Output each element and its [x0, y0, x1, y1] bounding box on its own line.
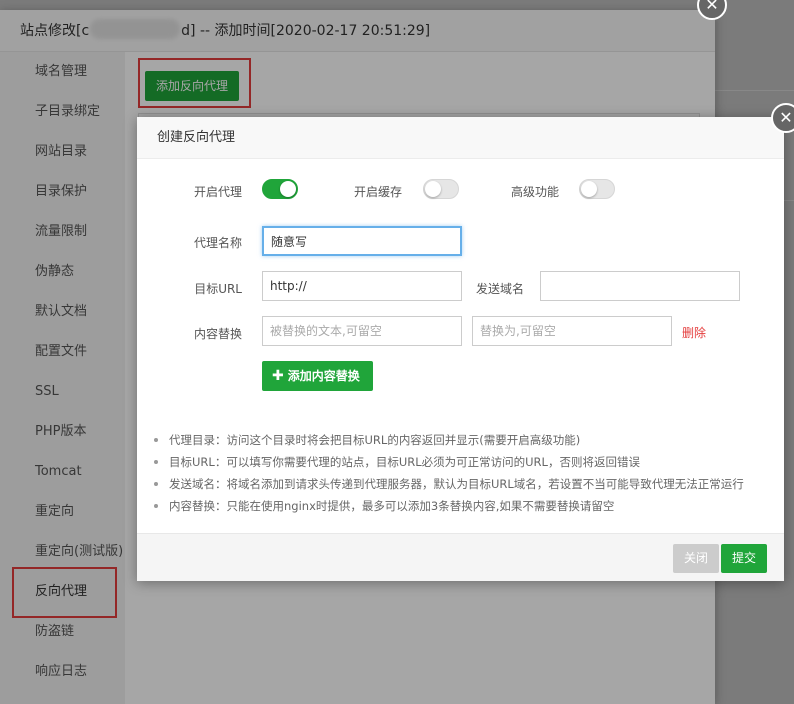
- send-domain-input[interactable]: [540, 271, 740, 301]
- replace-to-input[interactable]: [472, 316, 672, 346]
- enable-proxy-toggle[interactable]: [262, 179, 298, 199]
- create-proxy-dialog: 创建反向代理 ✕ 开启代理 开启缓存 高级功能 代理名称 目标URL 发送域名 …: [137, 103, 794, 581]
- help-tip-item: 内容替换：只能在使用nginx时提供，最多可以添加3条替换内容,如果不需要替换请…: [152, 495, 778, 517]
- close-icon[interactable]: ✕: [771, 103, 794, 133]
- proxy-name-label: 代理名称: [193, 236, 242, 250]
- create-proxy-title: 创建反向代理: [137, 117, 784, 159]
- delete-replace-link[interactable]: 删除: [682, 324, 706, 341]
- toggle-knob: [425, 181, 441, 197]
- close-button[interactable]: 关闭: [673, 544, 719, 573]
- add-content-replace-label: 添加内容替换: [287, 369, 360, 383]
- replace-from-input[interactable]: [262, 316, 462, 346]
- content-replace-label: 内容替换: [193, 327, 242, 341]
- add-content-replace-button[interactable]: ✚ 添加内容替换: [262, 361, 373, 391]
- target-url-label: 目标URL: [194, 282, 242, 296]
- advanced-toggle[interactable]: [579, 179, 615, 199]
- toggle-knob: [581, 181, 597, 197]
- enable-cache-label: 开启缓存: [353, 185, 402, 199]
- send-domain-label: 发送域名: [475, 282, 524, 296]
- help-tips-list: 代理目录：访问这个目录时将会把目标URL的内容返回并显示(需要开启高级功能) 目标…: [152, 429, 778, 517]
- advanced-label: 高级功能: [510, 185, 559, 199]
- proxy-name-input[interactable]: [262, 226, 462, 256]
- submit-button[interactable]: 提交: [721, 544, 767, 573]
- enable-proxy-label: 开启代理: [193, 185, 242, 199]
- toggle-knob: [280, 181, 296, 197]
- dialog-footer: 关闭 提交: [137, 533, 784, 581]
- target-url-input[interactable]: [262, 271, 462, 301]
- plus-icon: ✚: [272, 368, 284, 384]
- help-tip-item: 发送域名：将域名添加到请求头传递到代理服务器，默认为目标URL域名，若设置不当可…: [152, 473, 778, 495]
- help-tip-item: 代理目录：访问这个目录时将会把目标URL的内容返回并显示(需要开启高级功能): [152, 429, 778, 451]
- help-tip-item: 目标URL：可以填写你需要代理的站点，目标URL必须为可正常访问的URL，否则将…: [152, 451, 778, 473]
- enable-cache-toggle[interactable]: [423, 179, 459, 199]
